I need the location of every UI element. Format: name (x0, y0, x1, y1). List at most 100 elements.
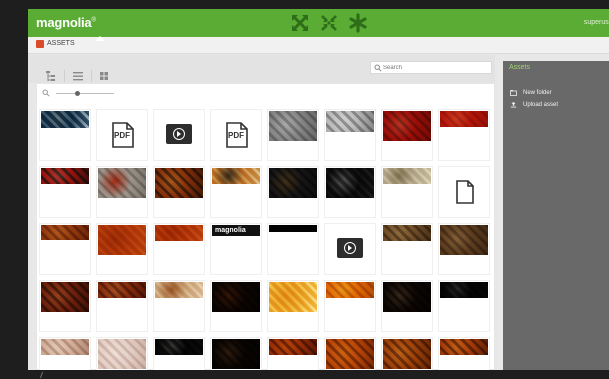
asset-tile[interactable] (39, 223, 91, 275)
asset-thumbnail (269, 111, 317, 141)
asset-thumbnail (212, 168, 260, 184)
asset-tile[interactable] (153, 223, 205, 275)
asset-tile[interactable] (210, 166, 262, 218)
zoom-handle[interactable] (75, 91, 80, 96)
asset-thumbnail (440, 282, 488, 298)
asterisk-icon[interactable] (348, 13, 368, 33)
asset-thumbnail (41, 168, 89, 184)
pdf-label: PDF (114, 131, 130, 140)
asset-tile[interactable] (324, 337, 376, 370)
asset-tile[interactable] (39, 109, 91, 161)
asset-thumbnail (155, 225, 203, 241)
video-play-icon (337, 238, 363, 258)
asset-thumbnail (269, 168, 317, 198)
upload-asset-label: Upload asset (523, 101, 559, 108)
asset-tile[interactable] (324, 223, 376, 275)
zoom-track[interactable] (56, 93, 114, 94)
thumbnail-view-icon[interactable] (97, 70, 111, 82)
asset-thumbnail (383, 339, 431, 369)
asset-tile[interactable] (438, 166, 490, 218)
document-file-icon (451, 179, 477, 205)
asset-tile[interactable] (153, 166, 205, 218)
search-input[interactable] (383, 62, 489, 73)
asset-tile[interactable] (267, 337, 319, 370)
asset-tile[interactable] (381, 337, 433, 370)
active-view-indicator (95, 36, 105, 41)
asset-tile[interactable] (96, 337, 148, 370)
magnolia-logo-thumbnail: magnolia (212, 225, 260, 236)
pdf-file-icon: PDF (109, 122, 135, 148)
top-icons (290, 13, 368, 33)
asset-thumbnail (155, 339, 203, 355)
asset-tile[interactable] (267, 280, 319, 332)
asset-thumbnail (326, 339, 374, 369)
asset-thumbnail (383, 168, 431, 184)
asset-thumbnail (269, 282, 317, 312)
move-cross-icon[interactable] (290, 13, 310, 33)
asset-tile[interactable] (267, 109, 319, 161)
asset-tile[interactable] (39, 166, 91, 218)
toolbar-divider (64, 70, 65, 82)
asset-thumbnail (98, 225, 146, 255)
screen-frame: magnolia® superuser ASSETS (0, 0, 609, 379)
asset-tile[interactable] (210, 337, 262, 370)
asset-tile[interactable] (438, 223, 490, 275)
asset-thumbnail (326, 168, 374, 198)
asset-tile[interactable] (381, 109, 433, 161)
upload-icon (510, 101, 517, 108)
app-window: magnolia® superuser ASSETS (28, 9, 609, 370)
asset-tile[interactable] (39, 337, 91, 370)
asset-tile[interactable]: PDF (96, 109, 148, 161)
upload-asset-action[interactable]: Upload asset (510, 100, 558, 109)
asset-thumbnail (41, 225, 89, 240)
asset-tile[interactable] (381, 166, 433, 218)
asset-thumbnail (440, 339, 488, 355)
asset-tile[interactable] (153, 337, 205, 370)
action-bar: Assets New folder Upload asset (503, 61, 609, 370)
user-name[interactable]: superuser (584, 19, 609, 26)
action-bar-title: Assets (509, 64, 531, 71)
cursor-mark (39, 372, 46, 378)
asset-tile[interactable] (96, 280, 148, 332)
asset-thumbnail (212, 282, 260, 312)
asset-thumbnail (383, 282, 431, 312)
magnolia-logo[interactable]: magnolia® (36, 15, 96, 30)
asset-tile[interactable] (210, 280, 262, 332)
asset-tile[interactable] (39, 280, 91, 332)
breadcrumb-label[interactable]: ASSETS (47, 40, 75, 47)
asset-thumbnail (212, 339, 260, 369)
asset-thumbnail (41, 339, 89, 355)
zoom-slider[interactable] (42, 88, 122, 98)
asset-tile[interactable] (267, 166, 319, 218)
asset-thumbnail (383, 111, 431, 141)
zoom-icon (42, 89, 50, 97)
asset-tile[interactable]: magnolia (210, 223, 262, 275)
asset-thumbnail (155, 168, 203, 198)
asset-tile[interactable] (438, 109, 490, 161)
asset-tile[interactable] (381, 280, 433, 332)
new-folder-action[interactable]: New folder (510, 88, 552, 97)
asset-tile[interactable] (438, 337, 490, 370)
toolbar-divider (91, 70, 92, 82)
asset-thumbnail (440, 111, 488, 127)
asset-thumbnail (155, 282, 203, 298)
asset-tile[interactable] (96, 166, 148, 218)
asset-tile[interactable] (267, 223, 319, 275)
asset-tile[interactable]: PDF (210, 109, 262, 161)
asset-tile[interactable] (324, 280, 376, 332)
asset-thumbnail (41, 282, 89, 312)
folder-plus-icon (510, 90, 517, 96)
asset-tile[interactable] (153, 109, 205, 161)
assets-app-icon (36, 40, 44, 48)
asset-tile[interactable] (324, 109, 376, 161)
asset-tile[interactable] (153, 280, 205, 332)
collapse-arrows-icon[interactable] (319, 13, 339, 33)
tree-view-icon[interactable] (45, 70, 59, 82)
asset-tile[interactable] (438, 280, 490, 332)
asset-thumbnail (98, 282, 146, 298)
asset-tile[interactable] (381, 223, 433, 275)
asset-tile[interactable] (324, 166, 376, 218)
list-view-icon[interactable] (71, 70, 85, 82)
asset-tile[interactable] (96, 223, 148, 275)
asset-thumbnail (98, 168, 146, 198)
